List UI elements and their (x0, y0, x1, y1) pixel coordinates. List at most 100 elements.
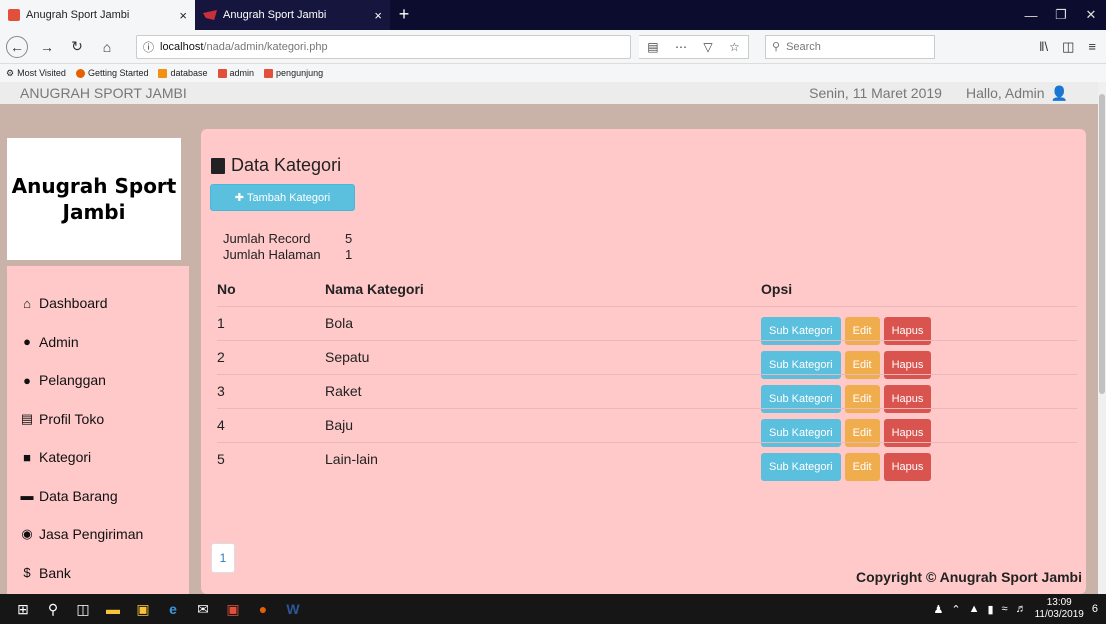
word-icon[interactable]: W (278, 594, 308, 624)
browser-tab-bar: Anugrah Sport Jambi × Anugrah Sport Jamb… (0, 0, 1106, 30)
mail-icon[interactable]: ✉ (188, 594, 218, 624)
show-hidden-icons[interactable]: ⌃ (951, 603, 960, 616)
page-header: ANUGRAH SPORT JAMBI Senin, 11 Maret 2019… (0, 82, 1098, 104)
sidebar-item-pelanggan[interactable]: ● Pelanggan (7, 361, 189, 400)
bookmarks-bar: ⚙ Most Visited Getting Started database a… (0, 64, 1106, 82)
minimize-icon[interactable]: — (1016, 8, 1046, 23)
row-number: 1 (217, 315, 225, 331)
reload-icon[interactable]: ↻ (66, 36, 88, 58)
pocket-icon[interactable]: ▽ (703, 40, 712, 54)
tab-close-icon[interactable]: × (179, 8, 187, 23)
site-brand[interactable]: ANUGRAH SPORT JAMBI (20, 85, 809, 101)
table-row: 4 Baju Sub Kategori Edit Hapus (217, 408, 1077, 447)
user-icon: 👤 (1050, 84, 1068, 101)
task-view-icon[interactable]: ◫ (68, 594, 98, 624)
file-explorer-icon[interactable]: ▬ (98, 594, 128, 624)
category-name: Sepatu (325, 349, 370, 365)
scrollbar-thumb[interactable] (1099, 94, 1105, 394)
pagination-page-1[interactable]: 1 (211, 543, 235, 573)
browser-nav-bar: ← → ↻ ⌂ ⓘ localhost/nada/admin/kategori.… (0, 30, 1106, 64)
url-actions: ▤ ⋯ ▽ ☆ (639, 34, 749, 59)
user-icon: ● (23, 372, 31, 388)
user-greeting[interactable]: Hallo, Admin 👤 (966, 85, 1068, 102)
sidebar-item-profil-toko[interactable]: ▤ Profil Toko (7, 400, 189, 439)
row-number: 3 (217, 383, 225, 399)
bookmark-admin[interactable]: admin (217, 68, 254, 78)
xampp-icon (217, 68, 227, 78)
sidebar-toggle-icon[interactable]: ◫ (1062, 39, 1074, 55)
window-controls: — ❐ ✕ (1016, 0, 1106, 30)
page-count-label: Jumlah Halaman (223, 247, 321, 262)
add-category-button[interactable]: ✚ Tambah Kategori (210, 184, 355, 211)
new-tab-button[interactable]: + (390, 0, 418, 30)
page-scrollbar[interactable] (1098, 82, 1106, 594)
firefox-icon[interactable]: ● (248, 594, 278, 624)
edge-icon[interactable]: e (158, 594, 188, 624)
page-actions-icon[interactable]: ⋯ (675, 40, 687, 54)
xampp-icon[interactable]: ▣ (218, 594, 248, 624)
bookmark-pengunjung[interactable]: pengunjung (264, 68, 323, 78)
browser-tab-active[interactable]: Anugrah Sport Jambi × (0, 0, 195, 30)
search-input[interactable]: ⚲ Search (765, 34, 935, 59)
bookmark-database[interactable]: database (158, 68, 208, 78)
category-name: Baju (325, 417, 354, 433)
browser-toolbar-right: ‖\ ◫ ≡ (1039, 39, 1100, 55)
sidebar-item-jasa-pengiriman[interactable]: ◉ Jasa Pengiriman (7, 515, 189, 554)
tab-close-icon[interactable]: × (374, 8, 382, 23)
sidebar-item-data-barang[interactable]: ▬ Data Barang (7, 477, 189, 516)
category-name: Bola (325, 315, 354, 331)
info-icon[interactable]: ⓘ (143, 39, 154, 55)
store-icon[interactable]: ▣ (128, 594, 158, 624)
phpmyadmin-icon (158, 68, 168, 78)
table-row: 3 Raket Sub Kategori Edit Hapus (217, 374, 1077, 413)
system-clock[interactable]: 13:09 11/03/2019 (1035, 597, 1084, 621)
menu-icon[interactable]: ≡ (1088, 39, 1096, 55)
home-icon[interactable]: ⌂ (96, 36, 118, 58)
url-path: /nada/admin/kategori.php (203, 40, 328, 53)
notifications-icon[interactable]: 6 (1092, 603, 1098, 615)
bookmark-star-icon[interactable]: ☆ (729, 40, 740, 54)
table-header: No Nama Kategori Opsi (217, 281, 1077, 305)
xampp-favicon-icon (8, 9, 20, 21)
store-logo: Anugrah Sport Jambi (7, 138, 181, 260)
system-tray: ♟ ⌃ ▲ ▮ ≈ ♬ 13:09 11/03/2019 6 (933, 597, 1106, 621)
row-number: 4 (217, 417, 225, 433)
search-icon: ⚲ (772, 41, 781, 53)
back-arrow-icon[interactable]: ← (6, 35, 28, 58)
sub-category-button[interactable]: Sub Kategori (761, 453, 841, 481)
sidebar-nav: ⌂ Dashboard ● Admin ● Pelanggan ▤ Profil Tok… (7, 266, 189, 594)
volume-icon[interactable]: ♬ (1016, 603, 1027, 615)
maximize-icon[interactable]: ❐ (1046, 7, 1076, 23)
copyright-text: Copyright © Anugrah Sport Jambi (855, 569, 1082, 585)
list-icon: ▤ (20, 410, 34, 426)
url-bar[interactable]: ⓘ localhost/nada/admin/kategori.php (136, 34, 631, 59)
record-count-value: 5 (345, 231, 353, 246)
url-host: localhost (160, 40, 204, 53)
windows-start-icon[interactable]: ⊞ (8, 594, 38, 624)
search-placeholder: Search (786, 40, 821, 53)
browser-tab-inactive[interactable]: Anugrah Sport Jambi × (195, 0, 390, 30)
battery-icon[interactable]: ▮ (987, 603, 993, 616)
library-icon[interactable]: ‖\ (1039, 39, 1048, 55)
folder-icon: ▬ (20, 488, 34, 504)
sidebar-item-bank[interactable]: $ Bank (7, 554, 189, 593)
network-icon[interactable]: ▲ (969, 603, 980, 615)
reader-view-icon[interactable]: ▤ (647, 40, 658, 54)
search-icon[interactable]: ⚲ (38, 594, 68, 624)
home-icon: ⌂ (23, 295, 31, 311)
sidebar-item-admin[interactable]: ● Admin (7, 323, 189, 362)
sidebar-item-dashboard[interactable]: ⌂ Dashboard (7, 284, 189, 323)
wifi-icon[interactable]: ≈ (1002, 603, 1008, 615)
edit-button[interactable]: Edit (844, 453, 880, 481)
user-icon: ● (23, 334, 31, 350)
close-window-icon[interactable]: ✕ (1076, 7, 1106, 23)
people-icon[interactable]: ♟ (933, 603, 943, 616)
delete-button[interactable]: Hapus (883, 453, 932, 481)
firefox-icon (75, 68, 85, 78)
category-name: Raket (325, 383, 362, 399)
forward-arrow-icon[interactable]: → (36, 36, 58, 58)
sidebar-item-kategori[interactable]: ■ Kategori (7, 438, 189, 477)
bookmark-getting-started[interactable]: Getting Started (75, 68, 148, 78)
bookmark-most-visited[interactable]: ⚙ Most Visited (6, 68, 66, 79)
table-row: 1 Bola Sub Kategori Edit Hapus (217, 306, 1077, 345)
